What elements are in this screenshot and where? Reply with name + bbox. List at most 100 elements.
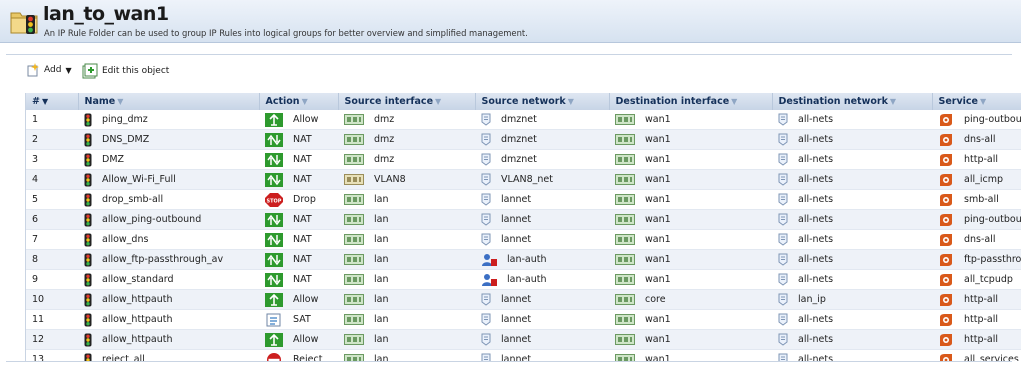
column-header-action[interactable]: Action ▼ (259, 93, 339, 110)
sort-icon: ▼ (889, 97, 897, 106)
interface-icon (615, 194, 640, 205)
sort-icon: ▼ (435, 97, 442, 106)
network-icon (481, 213, 496, 227)
network-icon (778, 253, 793, 267)
table-row[interactable]: 8 allow_ftp-passthrough_av NAT lan lan-auth w… (26, 249, 1021, 270)
network-icon (481, 353, 496, 361)
rule-name-cell: allow_standard (78, 269, 259, 290)
interface-icon (344, 194, 369, 205)
column-header-source-network[interactable]: Source network ▼ (475, 93, 610, 110)
source-network-cell: dmznet (475, 149, 609, 170)
network-icon (481, 113, 496, 127)
add-button[interactable]: Add ▼ (26, 63, 72, 77)
table-row[interactable]: 4 Allow_Wi-Fi_Full NAT VLAN8 VLAN8_net wan1 al… (26, 169, 1021, 190)
traffic-light-icon (84, 113, 97, 127)
destination-interface-cell: wan1 (609, 229, 772, 250)
sort-icon: ▼ (117, 97, 124, 106)
destination-interface-cell: wan1 (609, 209, 772, 230)
rule-name-cell: allow_httpauth (78, 309, 259, 330)
service-cell: ping-outbound (932, 209, 1021, 230)
edit-object-label: Edit this object (102, 66, 170, 76)
service-icon (938, 213, 959, 227)
service-cell: ftp-passthrough (932, 249, 1021, 270)
network-icon (481, 313, 496, 327)
table-row[interactable]: 7 allow_dns NAT lan lannet wan1 all-nets dns-al… (26, 229, 1021, 250)
column-header-destination-network[interactable]: Destination network ▼ (772, 93, 933, 110)
traffic-light-icon (84, 313, 97, 327)
column-header-name[interactable]: Name ▼ (78, 93, 260, 110)
rule-name-cell: allow_dns (78, 229, 259, 250)
table-row[interactable]: 12 allow_httpauth Allow lan lannet wan1 all-ne… (26, 329, 1021, 350)
network-icon (778, 213, 793, 227)
network-icon (481, 193, 496, 207)
chevron-down-icon: ▼ (65, 65, 72, 75)
rule-name-cell: Allow_Wi-Fi_Full (78, 169, 259, 190)
destination-interface-cell: wan1 (609, 309, 772, 330)
source-interface-cell: dmz (338, 129, 475, 150)
rule-number-cell: 10 (26, 289, 78, 310)
interface-icon (344, 154, 369, 165)
table-row[interactable]: 5 drop_smb-all STOP Drop lan lannet wan1 all-ne… (26, 189, 1021, 210)
action-cell: SAT (259, 309, 338, 330)
table-row[interactable]: 10 allow_httpauth Allow lan lannet core lan_ip… (26, 289, 1021, 310)
source-interface-cell: lan (338, 329, 475, 350)
allow-icon (265, 332, 288, 347)
source-network-cell: VLAN8_net (475, 169, 609, 190)
nat-icon (265, 212, 288, 227)
service-icon (938, 353, 959, 361)
page-title: lan_to_wan1 (43, 3, 169, 25)
table-row[interactable]: 3 DMZ NAT dmz dmznet wan1 all-nets http-all (26, 149, 1021, 170)
rule-number-cell: 12 (26, 329, 78, 350)
network-icon (481, 333, 496, 347)
column-header-number[interactable]: # ▼ (26, 93, 79, 110)
rule-name-cell: ping_dmz (78, 110, 259, 130)
interface-icon (344, 234, 369, 245)
destination-network-cell: all-nets (772, 349, 932, 361)
network-icon (481, 293, 496, 307)
service-icon (938, 133, 959, 147)
rule-name-cell: drop_smb-all (78, 189, 259, 210)
table-row[interactable]: 13 reject_all Reject lan lannet wan1 all-nets a… (26, 349, 1021, 361)
column-header-destination-interface[interactable]: Destination interface ▼ (609, 93, 773, 110)
service-cell: dns-all (932, 129, 1021, 150)
service-cell: http-all (932, 289, 1021, 310)
source-network-cell: lan-auth (475, 249, 609, 270)
table-row[interactable]: 2 DNS_DMZ NAT dmz dmznet wan1 all-nets dns-all (26, 129, 1021, 150)
rule-name-cell: DMZ (78, 149, 259, 170)
divider (6, 361, 1012, 362)
edit-object-button[interactable]: Edit this object (82, 63, 169, 79)
rule-name-cell: reject_all (78, 349, 259, 361)
interface-icon (615, 134, 640, 145)
svg-text:STOP: STOP (267, 198, 282, 204)
table-row[interactable]: 9 allow_standard NAT lan lan-auth wan1 all-net… (26, 269, 1021, 290)
traffic-light-icon (84, 273, 97, 287)
user-auth-icon (481, 273, 502, 287)
table-row[interactable]: 6 allow_ping-outbound NAT lan lannet wan1 all-… (26, 209, 1021, 230)
traffic-light-icon (84, 233, 97, 247)
table-row[interactable]: 1 ping_dmz Allow dmz dmznet wan1 all-nets ping-… (26, 110, 1021, 130)
table-row[interactable]: 11 allow_httpauth SAT lan lannet wan1 all-nets… (26, 309, 1021, 330)
network-icon (778, 173, 793, 187)
network-icon (481, 133, 496, 147)
column-header-service[interactable]: Service ▼ (932, 93, 1021, 110)
rule-number-cell: 7 (26, 229, 78, 250)
column-header-source-interface[interactable]: Source interface ▼ (338, 93, 476, 110)
traffic-light-icon (84, 173, 97, 187)
service-cell: http-all (932, 309, 1021, 330)
action-cell: NAT (259, 229, 338, 250)
destination-interface-cell: wan1 (609, 149, 772, 170)
ip-rules-table: # ▼ Name ▼ Action ▼ Source interface ▼ Sourc… (26, 93, 1021, 361)
rule-name-cell: allow_httpauth (78, 329, 259, 350)
interface-icon (344, 114, 369, 125)
source-network-cell: lannet (475, 229, 609, 250)
interface-icon (615, 214, 640, 225)
action-cell: Reject (259, 349, 338, 361)
source-interface-cell: VLAN8 (338, 169, 475, 190)
source-network-cell: lannet (475, 189, 609, 210)
reject-icon (265, 352, 288, 361)
source-network-cell: lannet (475, 329, 609, 350)
rule-folder-icon (10, 12, 38, 34)
interface-icon (344, 134, 369, 145)
sort-icon: ▼ (980, 97, 987, 106)
action-cell: NAT (259, 129, 338, 150)
